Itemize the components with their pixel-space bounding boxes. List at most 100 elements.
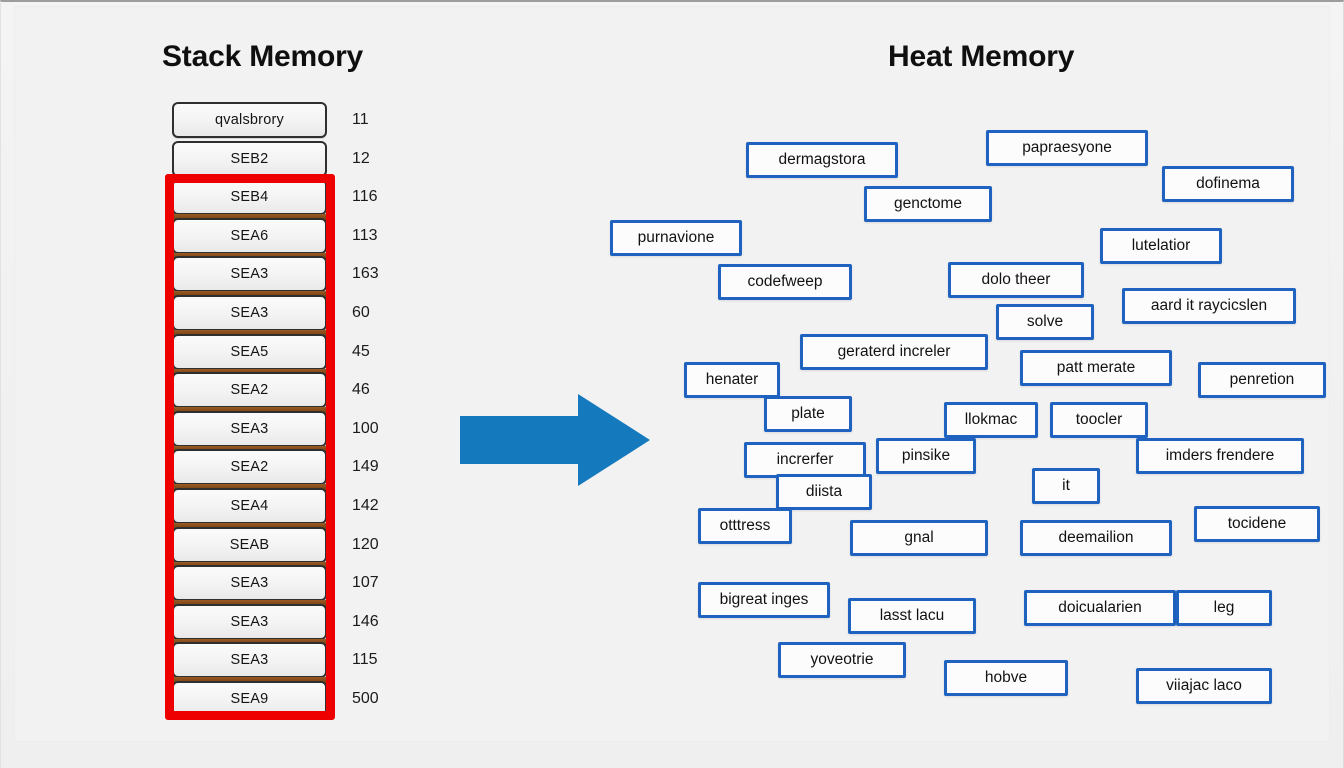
heap-memory-box[interactable]: it — [1032, 468, 1100, 504]
heap-memory-box-label: doicualarien — [1058, 599, 1142, 616]
stack-slot-label: SEA6 — [230, 227, 269, 244]
heap-memory-box[interactable]: bigreat inges — [698, 582, 830, 618]
heap-memory-box-label: otttress — [719, 517, 771, 534]
heap-memory-box[interactable]: diista — [776, 474, 872, 510]
heap-memory-box[interactable]: solve — [996, 304, 1094, 340]
heap-memory-box-label: gnal — [904, 529, 934, 546]
stack-slot[interactable]: SEA9 — [172, 681, 327, 717]
stack-slot-label: SEA3 — [230, 613, 269, 630]
stack-slot[interactable]: SEA3 — [171, 410, 328, 453]
heat-memory-title: Heat Memory — [888, 40, 1075, 73]
heap-memory-box[interactable]: increrfer — [744, 442, 866, 478]
heap-memory-box[interactable]: lasst lacu — [848, 598, 976, 634]
heap-memory-box[interactable]: henater — [684, 362, 780, 398]
stack-memory-column: qvalsbrory 11 SEB2 12 SEB4 116 SEA6 113 SEA3 163 S… — [160, 96, 410, 720]
stack-slot[interactable]: SEB4 — [171, 179, 328, 222]
stack-slot-label: SEAB — [229, 536, 270, 553]
heap-memory-box-label: viiajac laco — [1166, 677, 1242, 694]
stack-slot[interactable]: SEB2 — [172, 140, 327, 177]
heap-memory-box[interactable]: dofinema — [1162, 166, 1294, 202]
stack-slot[interactable]: qvalsbrory — [172, 102, 327, 138]
heap-memory-box[interactable]: yoveotrie — [778, 642, 906, 678]
stack-slot-value: 107 — [352, 574, 379, 592]
stack-slot-value: 500 — [352, 690, 379, 707]
heap-memory-box[interactable]: dolo theer — [948, 262, 1084, 298]
heap-memory-box-label: diista — [805, 483, 843, 500]
heap-memory-box[interactable]: lutelatior — [1100, 228, 1222, 264]
heap-memory-box-label: tocidene — [1227, 515, 1287, 532]
stack-slot-label: SEA2 — [230, 459, 269, 476]
diagram-canvas: Stack Memory Heat Memory qvalsbrory 11 SEB… — [0, 0, 1344, 768]
stack-slot[interactable]: SEA3 — [171, 256, 328, 299]
stack-slot[interactable]: SEA3 — [171, 642, 328, 685]
heap-memory-box-label: purnavione — [637, 229, 715, 246]
heap-memory-box-label: henater — [705, 371, 759, 388]
heap-memory-box-label: dolo theer — [981, 271, 1051, 288]
heap-memory-box[interactable]: penretion — [1198, 362, 1326, 398]
heap-memory-box-label: genctome — [893, 195, 963, 212]
stack-slot-value: 163 — [352, 265, 379, 283]
stack-slot-value: 113 — [352, 226, 378, 244]
heap-memory-box[interactable]: tocidene — [1194, 506, 1320, 542]
stack-slot[interactable]: SEAB — [171, 526, 328, 569]
heap-memory-box[interactable]: geraterd increler — [800, 334, 988, 370]
stack-slot-label: SEA3 — [230, 652, 269, 669]
heap-memory-box[interactable]: hobve — [944, 660, 1068, 696]
stack-slot[interactable]: SEA3 — [171, 603, 328, 646]
heap-memory-box[interactable]: otttress — [698, 508, 792, 544]
heat-memory-region: dermagstora papraesyone dofinema genctome pu… — [600, 96, 1344, 716]
heap-memory-box[interactable]: pinsike — [876, 438, 976, 474]
heap-memory-box[interactable]: imders frendere — [1136, 438, 1304, 474]
stack-slot-label: SEA4 — [230, 498, 269, 514]
heap-memory-box[interactable]: aard it raycicslen — [1122, 288, 1296, 324]
heap-memory-box[interactable]: dermagstora — [746, 142, 898, 178]
heap-memory-box[interactable]: viiajac laco — [1136, 668, 1272, 704]
stack-slot[interactable]: SEA2 — [171, 372, 328, 415]
heap-memory-box[interactable]: toocler — [1050, 402, 1148, 438]
heap-memory-box-label: hobve — [984, 669, 1028, 686]
heap-memory-box-label: deemailion — [1058, 529, 1134, 546]
stack-slot-label: SEA3 — [230, 420, 269, 437]
stack-slot-value: 120 — [352, 535, 379, 553]
heap-memory-box[interactable]: deemailion — [1020, 520, 1172, 556]
heap-memory-box[interactable]: leg — [1176, 590, 1272, 626]
stack-slot[interactable]: SEA5 — [171, 333, 328, 376]
heap-memory-box[interactable]: patt merate — [1020, 350, 1172, 386]
heap-memory-box-label: plate — [791, 405, 825, 422]
stack-slot[interactable]: SEA4 — [171, 488, 328, 530]
stack-slot-label: SEA9 — [230, 691, 269, 707]
heap-memory-box[interactable]: purnavione — [610, 220, 742, 256]
stack-slot-label: SEB4 — [230, 189, 269, 206]
stack-slot-value: 46 — [352, 381, 370, 399]
stack-slot-value: 45 — [352, 342, 370, 360]
heap-memory-box[interactable]: plate — [764, 396, 852, 432]
heap-memory-box[interactable]: doicualarien — [1024, 590, 1176, 626]
heap-memory-box[interactable]: llokmac — [944, 402, 1038, 438]
stack-slot-value: 11 — [352, 111, 369, 128]
stack-slot-label: SEA3 — [230, 266, 269, 283]
heap-memory-box-label: bigreat inges — [719, 591, 809, 608]
stack-slot[interactable]: SEA6 — [171, 217, 328, 260]
heap-memory-box[interactable]: gnal — [850, 520, 988, 556]
heap-memory-box-label: patt merate — [1056, 359, 1136, 376]
heap-memory-box-label: leg — [1213, 599, 1235, 616]
stack-slot[interactable]: SEA3 — [171, 295, 328, 337]
stack-slot-value: 60 — [352, 304, 370, 321]
heap-memory-box-label: papraesyone — [1022, 139, 1112, 156]
heap-memory-box[interactable]: genctome — [864, 186, 992, 222]
stack-slot-value: 149 — [352, 458, 379, 476]
stack-slot-value: 142 — [352, 497, 379, 514]
heap-memory-box-label: toocler — [1075, 411, 1123, 428]
heap-memory-box-label: dermagstora — [778, 151, 866, 168]
heap-memory-box[interactable]: papraesyone — [986, 130, 1148, 166]
heap-memory-box[interactable]: codefweep — [718, 264, 852, 300]
stack-slot-value: 115 — [352, 651, 378, 669]
stack-slot-value: 116 — [352, 188, 378, 206]
stack-slot-label: SEA2 — [230, 382, 269, 399]
heap-memory-box-label: yoveotrie — [810, 651, 874, 668]
stack-slot-label: SEB2 — [230, 150, 269, 167]
heap-memory-box-label: aard it raycicslen — [1150, 297, 1268, 314]
stack-slot[interactable]: SEA3 — [171, 565, 328, 608]
heap-memory-box-label: penretion — [1229, 371, 1295, 388]
stack-slot[interactable]: SEA2 — [171, 449, 328, 492]
